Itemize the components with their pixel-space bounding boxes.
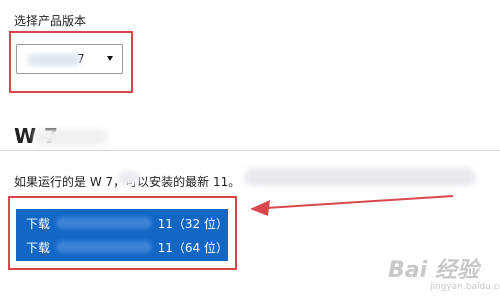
redacted-text — [244, 168, 476, 186]
download-64bit-button[interactable]: 下载 11（64 位） — [16, 233, 228, 261]
divider — [0, 150, 500, 151]
button-prefix: 下载 — [26, 240, 51, 255]
button-prefix: 下载 — [26, 216, 51, 231]
select-product-version-label: 选择产品版本 — [14, 14, 87, 28]
button-suffix: 11（64 位） — [157, 240, 228, 255]
button-suffix: 11（32 位） — [157, 216, 228, 231]
dropdown-caret-icon — [107, 56, 113, 61]
redacted-text — [118, 171, 140, 185]
baidu-watermark: Bai 经验 — [388, 258, 479, 283]
baidu-watermark-url: jingyan.baidu.com — [430, 282, 500, 292]
redacted-text — [56, 241, 152, 253]
product-version-select[interactable]: 7 — [16, 44, 123, 74]
annotation-arrow-icon — [250, 195, 454, 216]
redacted-text — [56, 217, 152, 229]
redacted-text — [34, 129, 108, 145]
redacted-text — [27, 54, 81, 66]
version-heading: W 7 — [14, 124, 108, 148]
